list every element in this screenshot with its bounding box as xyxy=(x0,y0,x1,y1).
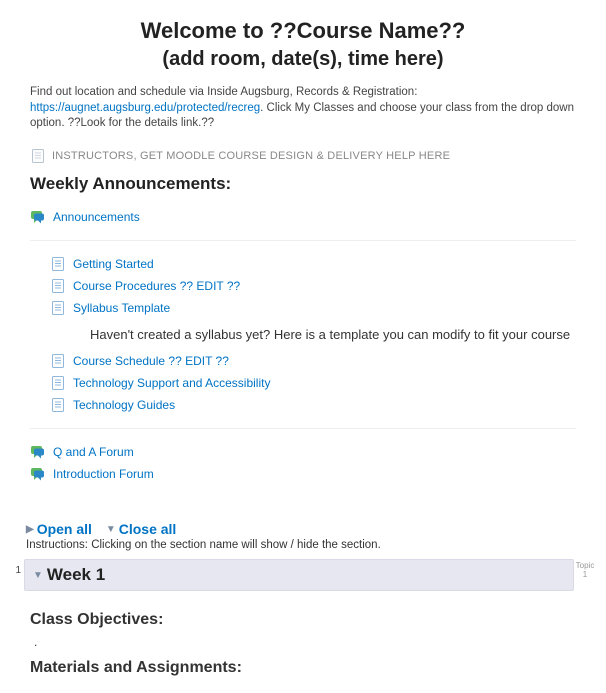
course-subtitle: (add room, date(s), time here) xyxy=(30,48,576,71)
document-icon xyxy=(50,397,66,413)
class-objectives-heading: Class Objectives: xyxy=(30,611,576,629)
document-icon xyxy=(50,375,66,391)
syllabus-template-link[interactable]: Syllabus Template xyxy=(73,301,170,315)
page-icon xyxy=(30,148,46,164)
introduction-forum-link[interactable]: Introduction Forum xyxy=(53,467,154,481)
resources-bottom-list: Course Schedule ?? EDIT ?? Technology Su… xyxy=(50,350,576,416)
document-icon xyxy=(50,256,66,272)
topic-side-label: Topic 1 xyxy=(574,559,596,591)
getting-started-link[interactable]: Getting Started xyxy=(73,257,154,271)
document-icon xyxy=(50,278,66,294)
divider xyxy=(30,240,576,241)
course-procedures-link[interactable]: Course Procedures ?? EDIT ?? xyxy=(73,279,240,293)
instructor-help-link[interactable]: INSTRUCTORS, GET MOODLE COURSE DESIGN & … xyxy=(52,150,450,162)
materials-heading: Materials and Assignments: xyxy=(30,659,576,677)
objectives-bullet: . xyxy=(34,635,576,649)
chevron-down-icon: ▼ xyxy=(106,524,116,535)
instructor-help-row: INSTRUCTORS, GET MOODLE COURSE DESIGN & … xyxy=(30,148,576,164)
open-all-button[interactable]: ▶ Open all xyxy=(26,521,92,537)
tech-support-link[interactable]: Technology Support and Accessibility xyxy=(73,376,270,390)
topic-row: 1 ▼ Week 1 Topic 1 xyxy=(0,559,606,591)
course-schedule-link[interactable]: Course Schedule ?? EDIT ?? xyxy=(73,354,229,368)
chevron-down-icon: ▼ xyxy=(33,570,43,581)
open-all-label: Open all xyxy=(37,521,92,537)
chevron-right-icon: ▶ xyxy=(26,524,34,535)
resources-top-list: Getting Started Course Procedures ?? EDI… xyxy=(50,253,576,319)
document-icon xyxy=(50,300,66,316)
tech-guides-link[interactable]: Technology Guides xyxy=(73,398,175,412)
week-title: Week 1 xyxy=(47,565,105,585)
close-all-label: Close all xyxy=(119,521,177,537)
weekly-announcements-heading: Weekly Announcements: xyxy=(30,174,576,194)
forum-icon xyxy=(30,444,46,460)
divider xyxy=(30,428,576,429)
qa-forum-link[interactable]: Q and A Forum xyxy=(53,445,134,459)
announcements-list: Announcements xyxy=(30,206,576,228)
forum-icon xyxy=(30,209,46,225)
resources-block: Getting Started Course Procedures ?? EDI… xyxy=(30,253,576,416)
syllabus-desc: Haven't created a syllabus yet? Here is … xyxy=(90,327,570,342)
forums-list: Q and A Forum Introduction Forum xyxy=(30,441,576,485)
close-all-button[interactable]: ▼ Close all xyxy=(106,521,177,537)
document-icon xyxy=(50,353,66,369)
announcements-forum-link[interactable]: Announcements xyxy=(53,210,140,224)
intro-text: Find out location and schedule via Insid… xyxy=(30,85,576,132)
collapse-controls: ▶ Open all ▼ Close all xyxy=(0,513,606,538)
course-main-section: Welcome to ??Course Name?? (add room, da… xyxy=(0,0,606,513)
topic-number: 1 xyxy=(10,559,24,591)
collapse-instructions: Instructions: Clicking on the section na… xyxy=(0,537,606,559)
course-title: Welcome to ??Course Name?? xyxy=(30,18,576,44)
week-header-toggle[interactable]: ▼ Week 1 xyxy=(24,559,574,591)
week-content: Class Objectives: . Materials and Assign… xyxy=(0,591,606,693)
forum-icon xyxy=(30,466,46,482)
recreg-link[interactable]: https://augnet.augsburg.edu/protected/re… xyxy=(30,102,260,114)
intro-pre: Find out location and schedule via Insid… xyxy=(30,86,417,98)
